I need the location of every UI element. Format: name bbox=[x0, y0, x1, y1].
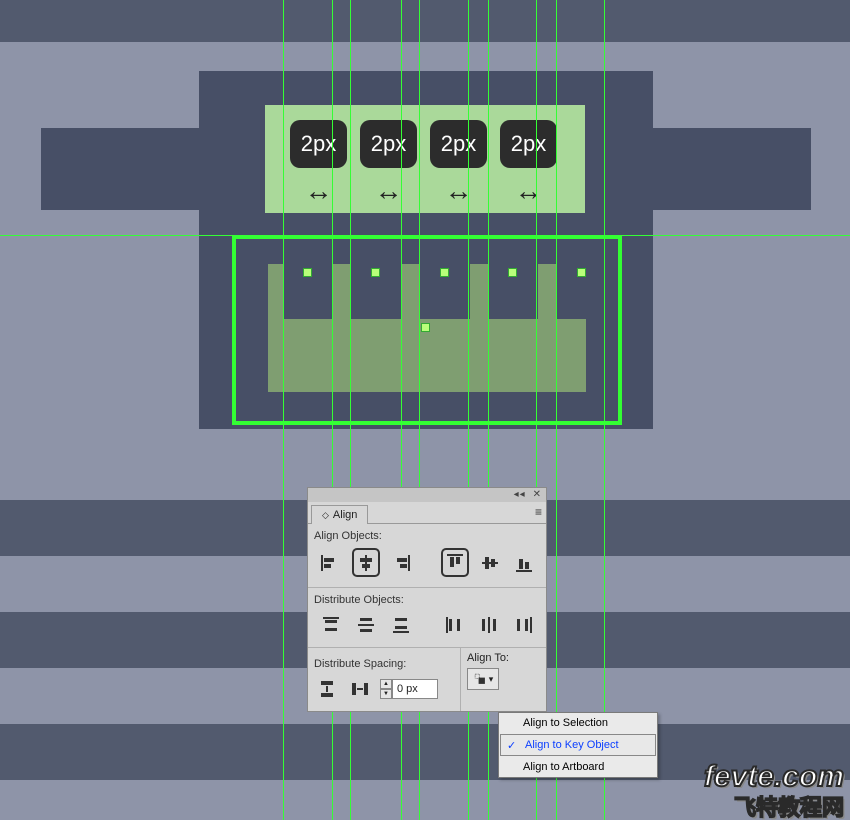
guide-vertical[interactable] bbox=[556, 0, 557, 820]
distribute-objects-row bbox=[308, 608, 546, 647]
selection-handle[interactable] bbox=[508, 268, 517, 277]
panel-tabbar: ◇ Align ≡ bbox=[308, 502, 546, 524]
artwork-wing-left bbox=[41, 128, 199, 210]
align-h-center-icon[interactable] bbox=[352, 548, 380, 577]
align-panel[interactable]: ◂◂ ✕ ◇ Align ≡ Align Objects: bbox=[307, 487, 547, 712]
align-to-menu[interactable]: Align to Selection ✓ Align to Key Object… bbox=[498, 712, 658, 778]
selection-handle[interactable] bbox=[371, 268, 380, 277]
align-top-icon[interactable] bbox=[441, 548, 469, 577]
menu-item-align-to-selection[interactable]: Align to Selection bbox=[499, 713, 657, 733]
menu-item-label: Align to Artboard bbox=[523, 761, 604, 773]
double-arrow-icon: ↔ bbox=[430, 173, 487, 209]
selection-handle[interactable] bbox=[303, 268, 312, 277]
dist-spacing-h-icon[interactable] bbox=[347, 676, 372, 701]
panel-titlebar[interactable]: ◂◂ ✕ bbox=[308, 488, 546, 502]
dist-spacing-v-icon[interactable] bbox=[314, 676, 339, 701]
align-left-icon[interactable] bbox=[318, 550, 342, 575]
tab-align[interactable]: ◇ Align bbox=[311, 505, 368, 524]
guide-vertical[interactable] bbox=[283, 0, 284, 820]
menu-item-label: Align to Selection bbox=[523, 717, 608, 729]
chevron-down-icon: ▾ bbox=[489, 674, 494, 685]
spacing-badge: 2px bbox=[360, 120, 417, 168]
dist-h-right-icon[interactable] bbox=[511, 612, 536, 637]
spacing-input[interactable]: ▲▼ 0 px bbox=[380, 679, 438, 699]
align-to-dropdown-button[interactable]: ▾ bbox=[467, 668, 499, 690]
watermark-en: fevte.com bbox=[704, 763, 844, 790]
guide-horizontal[interactable] bbox=[0, 235, 850, 236]
panel-collapse-close-icon[interactable]: ◂◂ ✕ bbox=[514, 489, 542, 501]
section-label-distribute-objects: Distribute Objects: bbox=[308, 588, 546, 608]
checkmark-icon: ✓ bbox=[507, 739, 516, 752]
section-label-align-to: Align To: bbox=[467, 652, 540, 664]
align-objects-row bbox=[308, 544, 546, 587]
align-to-key-object-icon bbox=[473, 672, 487, 686]
dist-h-left-icon[interactable] bbox=[441, 612, 466, 637]
section-label-distribute-spacing: Distribute Spacing: bbox=[314, 652, 454, 672]
spacing-badge: 2px bbox=[500, 120, 557, 168]
dist-v-bottom-icon[interactable] bbox=[388, 612, 413, 637]
align-right-icon[interactable] bbox=[390, 550, 414, 575]
selection-handle[interactable] bbox=[440, 268, 449, 277]
spacing-badge: 2px bbox=[430, 120, 487, 168]
guide-vertical[interactable] bbox=[604, 0, 605, 820]
dist-h-center-icon[interactable] bbox=[476, 612, 501, 637]
artwork-wing-right bbox=[653, 128, 811, 210]
panel-menu-button[interactable]: ≡ bbox=[535, 505, 542, 519]
spacing-value[interactable]: 0 px bbox=[392, 679, 438, 699]
double-arrow-icon: ↔ bbox=[360, 173, 417, 209]
double-arrow-icon: ↔ bbox=[290, 173, 347, 209]
dist-v-top-icon[interactable] bbox=[318, 612, 343, 637]
spacing-stepper[interactable]: ▲▼ bbox=[380, 679, 392, 699]
canvas[interactable]: 2px 2px 2px 2px ↔ ↔ ↔ ↔ ◂◂ ✕ ◇ Align bbox=[0, 0, 850, 820]
section-label-align-objects: Align Objects: bbox=[308, 524, 546, 544]
dist-v-center-icon[interactable] bbox=[353, 612, 378, 637]
align-v-center-icon[interactable] bbox=[479, 550, 503, 575]
watermark: fevte.com 飞特教程网 bbox=[704, 763, 844, 820]
menu-item-label: Align to Key Object bbox=[525, 739, 619, 751]
spacing-badge: 2px bbox=[290, 120, 347, 168]
align-bottom-icon[interactable] bbox=[512, 550, 536, 575]
watermark-cn: 飞特教程网 bbox=[704, 790, 844, 820]
menu-item-align-to-key-object[interactable]: ✓ Align to Key Object bbox=[500, 734, 656, 756]
tab-label: Align bbox=[333, 509, 357, 521]
menu-item-align-to-artboard[interactable]: Align to Artboard bbox=[499, 757, 657, 777]
selection-handle[interactable] bbox=[421, 323, 430, 332]
selection-handle[interactable] bbox=[577, 268, 586, 277]
bg-stripe bbox=[0, 0, 850, 42]
double-arrow-icon: ↔ bbox=[500, 173, 557, 209]
tab-expand-icon: ◇ bbox=[322, 510, 329, 521]
